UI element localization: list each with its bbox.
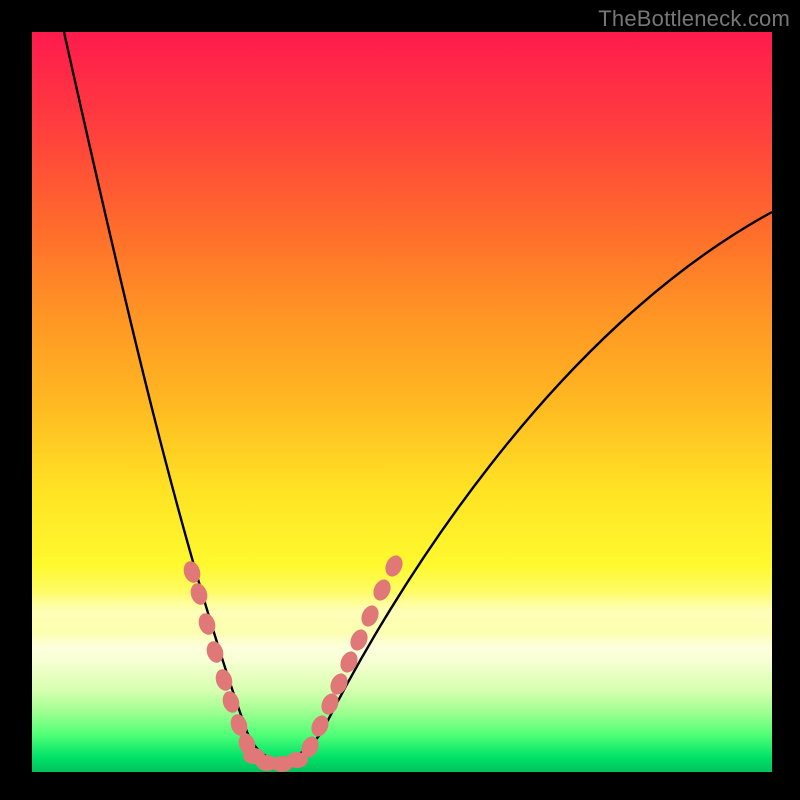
- marker-dot: [318, 691, 342, 718]
- marker-dot: [337, 649, 361, 676]
- marker-dot: [188, 581, 210, 607]
- marker-dot: [382, 553, 406, 580]
- outer-frame: TheBottleneck.com: [0, 0, 800, 800]
- marker-dot: [327, 671, 351, 698]
- marker-dot: [308, 713, 332, 740]
- plot-area: [32, 32, 772, 772]
- watermark-text: TheBottleneck.com: [598, 6, 790, 32]
- chart-svg: [32, 32, 772, 772]
- marker-dot: [358, 603, 382, 630]
- marker-dot: [370, 577, 394, 604]
- dotted-segment-group: [181, 553, 406, 772]
- bottleneck-curve: [64, 32, 772, 760]
